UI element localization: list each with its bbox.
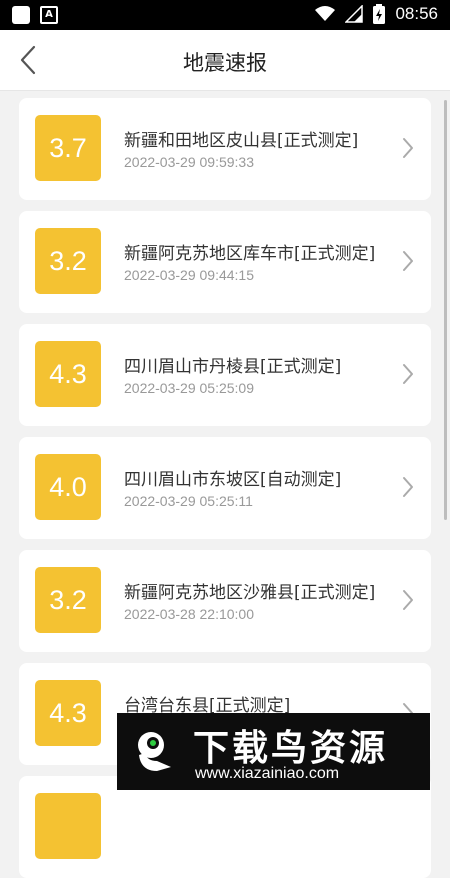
- signal-icon: [345, 5, 364, 23]
- magnitude-badge: 4.3: [35, 680, 101, 746]
- status-bar: A 08:56: [0, 0, 450, 30]
- quake-item[interactable]: 4.0 四川眉山市东坡区[自动测定] 2022-03-29 05:25:11: [19, 437, 431, 539]
- quake-item[interactable]: 3.2 新疆阿克苏地区库车市[正式测定] 2022-03-29 09:44:15: [19, 211, 431, 313]
- status-left: A: [12, 6, 58, 24]
- magnitude-badge: 3.7: [35, 115, 101, 181]
- watermark-url: www.xiazainiao.com: [195, 765, 340, 782]
- quake-time: 2022-03-29 09:59:33: [124, 154, 254, 170]
- chevron-right-icon: [403, 251, 413, 271]
- chevron-right-icon: [403, 364, 413, 384]
- wifi-icon: [315, 6, 336, 21]
- quake-item-partial[interactable]: [19, 776, 431, 878]
- quake-location: 新疆和田地区皮山县[正式测定]: [124, 131, 359, 151]
- page-title: 地震速报: [183, 51, 267, 75]
- quake-location: 新疆阿克苏地区库车市[正式测定]: [124, 244, 376, 264]
- magnitude-badge: 4.3: [35, 341, 101, 407]
- notification-square-icon: [12, 6, 30, 24]
- clock: 08:56: [395, 4, 438, 23]
- quake-item[interactable]: 3.2 新疆阿克苏地区沙雅县[正式测定] 2022-03-28 22:10:00: [19, 550, 431, 652]
- quake-location: 新疆阿克苏地区沙雅县[正式测定]: [124, 583, 376, 603]
- quake-time: 2022-03-29 09:44:15: [124, 267, 254, 283]
- app-header: 地震速报: [0, 30, 450, 91]
- quake-item[interactable]: 4.3 四川眉山市丹棱县[正式测定] 2022-03-29 05:25:09: [19, 324, 431, 426]
- status-right: 08:56: [315, 4, 438, 24]
- watermark-title: 下载鸟资源: [193, 728, 389, 769]
- quake-time: 2022-03-29 05:25:11: [124, 493, 253, 509]
- notification-a-icon: A: [40, 6, 58, 24]
- quake-item[interactable]: 3.7 新疆和田地区皮山县[正式测定] 2022-03-29 09:59:33: [19, 98, 431, 200]
- quake-location: 四川眉山市丹棱县[正式测定]: [124, 357, 342, 377]
- quake-time: 2022-03-29 05:25:09: [124, 380, 254, 396]
- watermark-banner: 下载鸟资源 www.xiazainiao.com: [117, 713, 430, 790]
- quake-location: 四川眉山市东坡区[自动测定]: [124, 470, 342, 490]
- chevron-right-icon: [403, 138, 413, 158]
- battery-icon: [373, 4, 386, 24]
- chevron-right-icon: [403, 590, 413, 610]
- magnitude-badge: 3.2: [35, 567, 101, 633]
- chevron-right-icon: [403, 477, 413, 497]
- magnitude-badge-partial: [35, 793, 101, 859]
- magnitude-badge: 3.2: [35, 228, 101, 294]
- scrollbar[interactable]: [444, 100, 447, 520]
- bird-logo-icon: [138, 732, 171, 771]
- quake-time: 2022-03-28 22:10:00: [124, 606, 254, 622]
- magnitude-badge: 4.0: [35, 454, 101, 520]
